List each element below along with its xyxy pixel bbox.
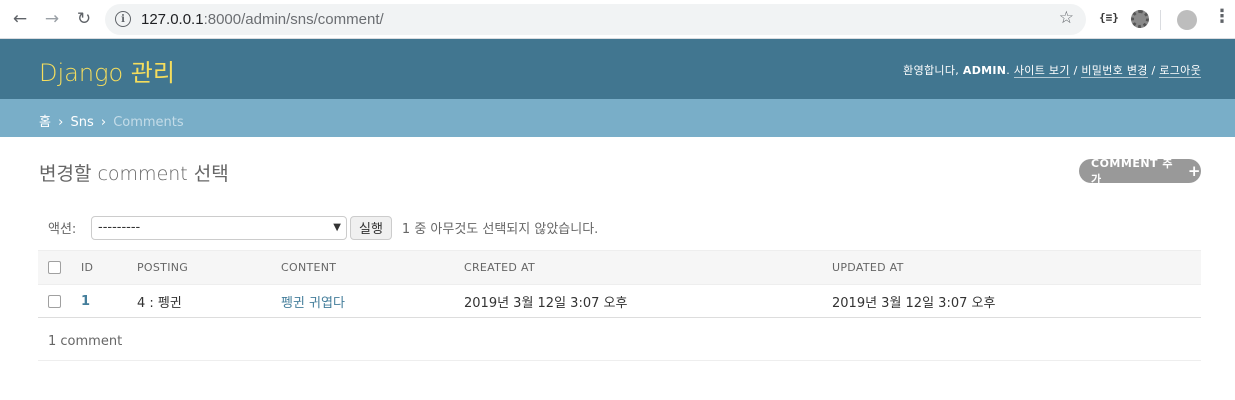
breadcrumb-separator: › (100, 115, 107, 130)
select-all-cell (38, 250, 71, 285)
column-header-created-at[interactable]: CREATED AT (464, 250, 832, 285)
add-comment-button[interactable]: COMMENT 추가 + (1079, 157, 1201, 186)
forward-arrow-icon[interactable]: → (41, 8, 63, 30)
admin-header: Django 관리 환영합니다, ADMIN. 사이트 보기 / 비밀번호 변경… (0, 39, 1235, 99)
run-action-button[interactable]: 실행 (350, 215, 392, 240)
welcome-text: 환영합니다, (903, 64, 960, 77)
column-header-id[interactable]: ID (71, 250, 137, 285)
url-host: 127.0.0.1 (141, 11, 204, 28)
cell-id: 1 (71, 284, 137, 318)
results-table: ID POSTING CONTENT CREATED AT UPDATED AT… (38, 250, 1201, 318)
cell-content: 펭귄 귀엽다 (281, 284, 464, 318)
cell-created-at: 2019년 3월 12일 3:07 오후 (464, 284, 832, 318)
info-icon[interactable]: i (115, 11, 131, 27)
back-arrow-icon[interactable]: ← (9, 8, 31, 30)
cell-posting: 4 : 펭귄 (137, 284, 281, 318)
browser-menu-icon[interactable]: ⋮ (1213, 8, 1231, 26)
selection-counter: 1 중 아무것도 선택되지 않았습니다. (401, 222, 599, 237)
logout-link[interactable]: 로그아웃 (1159, 64, 1201, 78)
address-bar[interactable]: i 127.0.0.1:8000/admin/sns/comment/ ☆ (105, 4, 1086, 35)
username: ADMIN (962, 64, 1007, 77)
paginator: 1 comment (38, 317, 1201, 361)
action-selected-value: --------- (98, 219, 141, 235)
dropdown-arrow-icon: ▼ (333, 221, 341, 233)
gear-extension-icon[interactable] (1131, 10, 1149, 28)
view-site-link[interactable]: 사이트 보기 (1013, 64, 1070, 78)
select-all-checkbox[interactable] (48, 261, 61, 275)
table-header-row: ID POSTING CONTENT CREATED AT UPDATED AT (38, 250, 1201, 285)
row-checkbox[interactable] (48, 294, 61, 308)
column-header-posting[interactable]: POSTING (137, 250, 281, 285)
browser-toolbar: ← → ↻ i 127.0.0.1:8000/admin/sns/comment… (0, 0, 1235, 39)
breadcrumb-current: Comments (113, 115, 184, 130)
page-title: 변경할 comment 선택 (39, 163, 229, 185)
url-text[interactable]: 127.0.0.1:8000/admin/sns/comment/ (141, 11, 384, 28)
actions-bar: 액션: --------- ▼ 실행 1 중 아무것도 선택되지 않았습니다. (38, 205, 1201, 250)
breadcrumb-app[interactable]: Sns (70, 115, 93, 130)
bookmark-star-icon[interactable]: ☆ (1059, 8, 1074, 28)
separator: / (1073, 64, 1078, 77)
breadcrumb-separator: › (58, 115, 64, 130)
plus-icon: + (1187, 162, 1201, 180)
user-tools: 환영합니다, ADMIN. 사이트 보기 / 비밀번호 변경 / 로그아웃 (903, 64, 1201, 78)
row-id-link[interactable]: 1 (81, 294, 90, 309)
cell-updated-at: 2019년 3월 12일 3:07 오후 (832, 284, 1201, 318)
column-header-content[interactable]: CONTENT (281, 250, 464, 285)
site-branding[interactable]: Django 관리 (39, 53, 175, 88)
separator: / (1151, 64, 1156, 77)
url-path: :8000/admin/sns/comment/ (203, 11, 384, 28)
action-label: 액션: (48, 222, 77, 237)
json-extension-icon[interactable]: {≡} (1099, 11, 1119, 24)
add-button-label: COMMENT 추가 (1091, 157, 1173, 186)
breadcrumb: 홈 › Sns › Comments (0, 99, 1235, 137)
action-select[interactable]: --------- ▼ (91, 215, 347, 240)
toolbar-divider (1160, 10, 1161, 30)
column-header-updated-at[interactable]: UPDATED AT (832, 250, 1201, 285)
reload-icon[interactable]: ↻ (73, 8, 95, 30)
breadcrumb-home[interactable]: 홈 (39, 115, 51, 130)
row-select-cell (38, 284, 71, 318)
content-link[interactable]: 펭귄 귀엽다 (281, 296, 345, 311)
profile-avatar-icon[interactable] (1177, 10, 1197, 30)
change-password-link[interactable]: 비밀번호 변경 (1081, 64, 1148, 78)
table-row: 1 4 : 펭귄 펭귄 귀엽다 2019년 3월 12일 3:07 오후 201… (38, 284, 1201, 318)
